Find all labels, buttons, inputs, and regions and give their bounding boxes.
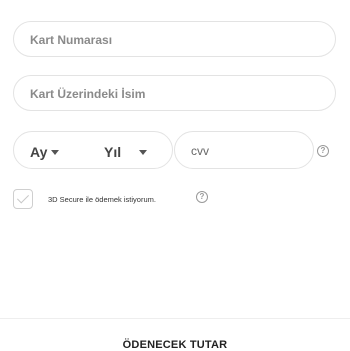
chevron-down-icon (51, 149, 60, 155)
total-label: ÖDENECEK TUTAR (122, 339, 228, 351)
divider (0, 318, 350, 319)
question-circle-icon[interactable]: ? (196, 191, 208, 203)
month-label: Ay (30, 144, 48, 160)
secure-label: 3D Secure ile ödemek istiyorum. (48, 195, 156, 204)
card-number-field[interactable]: Kart Numarası (13, 21, 336, 57)
year-select[interactable]: Yıl (104, 144, 148, 160)
secure-checkbox[interactable] (13, 189, 33, 209)
check-icon (16, 191, 30, 204)
expiry-date-field: Ay Yıl (13, 131, 173, 169)
question-circle-icon[interactable]: ? (317, 145, 329, 157)
month-select[interactable]: Ay (30, 144, 60, 160)
cvv-placeholder: cvv (191, 144, 209, 158)
cvv-field[interactable]: cvv (174, 131, 314, 169)
card-number-placeholder: Kart Numarası (30, 33, 113, 47)
card-name-field[interactable]: Kart Üzerindeki İsim (13, 75, 336, 111)
chevron-down-icon (139, 149, 148, 155)
card-name-placeholder: Kart Üzerindeki İsim (30, 87, 146, 101)
year-label: Yıl (104, 144, 122, 160)
